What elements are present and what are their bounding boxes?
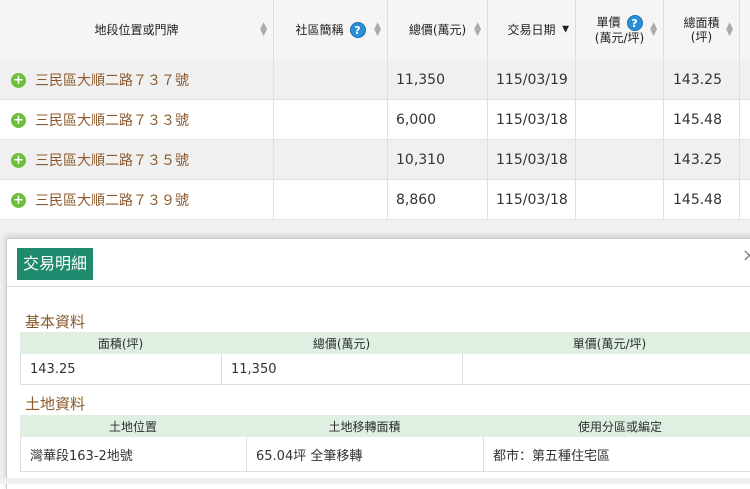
basic-area-header: 面積(坪)	[97, 336, 144, 351]
col-header-total-price-label: 總價(萬元)	[408, 23, 467, 37]
basic-area-value: 143.25	[21, 354, 222, 384]
community-cell	[274, 140, 388, 180]
total-price-cell: 11,350	[388, 60, 488, 100]
address-link[interactable]: 三民區大順二路７３９號	[35, 190, 189, 210]
sort-icon[interactable]: ▲ ▼	[650, 22, 657, 38]
trade-date-cell: 115/03/18	[488, 140, 576, 180]
help-icon[interactable]: ?	[626, 15, 643, 31]
basic-info-heading: 基本資料	[25, 313, 86, 331]
address-cell[interactable]: + 三民區大順二路７３７號	[0, 60, 274, 100]
area-line2: (坪)	[690, 30, 713, 44]
address-cell[interactable]: + 三民區大順二路７３３號	[0, 100, 274, 140]
basic-total-price-value: 11,350	[222, 354, 463, 384]
area-cell: 143.25	[664, 140, 740, 180]
expand-plus-icon[interactable]: +	[11, 112, 26, 128]
table-row[interactable]: + 三民區大順二路７３９號 8,860 115/03/18 145.48	[0, 180, 750, 220]
land-transfer-area-header: 土地移轉面積	[328, 419, 401, 434]
col-header-unit-price[interactable]: 單價? (萬元/坪) ▲ ▼	[576, 0, 664, 60]
community-cell	[274, 180, 388, 220]
sort-desc-icon[interactable]: ▼	[562, 25, 569, 34]
expand-plus-icon[interactable]: +	[11, 72, 26, 88]
community-cell	[274, 60, 388, 100]
divider	[7, 286, 750, 287]
address-link[interactable]: 三民區大順二路７３３號	[35, 110, 189, 130]
land-zoning-value: 都市：第五種住宅區	[484, 437, 750, 471]
trade-date-cell: 115/03/18	[488, 100, 576, 140]
area-line1: 總面積	[683, 16, 720, 30]
trade-date-cell: 115/03/18	[488, 180, 576, 220]
land-info-heading: 土地資料	[25, 395, 86, 413]
col-header-community[interactable]: 社區簡稱 ? ▲ ▼	[274, 0, 388, 60]
address-link[interactable]: 三民區大順二路７３７號	[35, 70, 189, 90]
total-price-cell: 10,310	[388, 140, 488, 180]
address-link[interactable]: 三民區大順二路７３５號	[35, 150, 189, 170]
bottom-edge	[0, 478, 750, 484]
land-info-table-header: 土地位置 土地移轉面積 使用分區或編定	[20, 415, 750, 437]
table-header: 地段位置或門牌 ▲ ▼ 社區簡稱 ? ▲ ▼ 總價(萬元) ▲ ▼ 交易日期 ▼ 單價…	[0, 0, 750, 61]
unit-price-line2: (萬元/坪)	[594, 31, 645, 45]
sort-icon[interactable]: ▲ ▼	[726, 22, 733, 38]
land-location-header: 土地位置	[108, 419, 157, 434]
table-row[interactable]: + 三民區大順二路７３７號 11,350 115/03/19 143.25	[0, 60, 750, 100]
address-cell[interactable]: + 三民區大順二路７３５號	[0, 140, 274, 180]
area-cell: 145.48	[664, 100, 740, 140]
col-header-more	[740, 0, 750, 60]
total-price-cell: 8,860	[388, 180, 488, 220]
unit-price-cell	[576, 100, 664, 140]
expand-plus-icon[interactable]: +	[11, 192, 26, 208]
col-header-unit-price-label: 單價? (萬元/坪)	[595, 15, 644, 45]
panel-title: 交易明細	[17, 248, 94, 280]
basic-info-table-header: 面積(坪) 總價(萬元) 單價(萬元/坪)	[20, 332, 750, 354]
transaction-detail-panel: 交易明細 × 基本資料 面積(坪) 總價(萬元) 單價(萬元/坪) 143.25…	[6, 238, 750, 489]
unit-price-cell	[576, 140, 664, 180]
col-header-area[interactable]: 總面積 (坪) ▲ ▼	[664, 0, 740, 60]
area-cell: 143.25	[664, 60, 740, 100]
table-row[interactable]: + 三民區大順二路７３３號 6,000 115/03/18 145.48	[0, 100, 750, 140]
basic-info-table-row: 143.25 11,350	[20, 354, 750, 385]
table-row[interactable]: + 三民區大順二路７３５號 10,310 115/03/18 143.25	[0, 140, 750, 180]
sort-icon[interactable]: ▲ ▼	[260, 22, 267, 38]
col-header-address-label: 地段位置或門牌	[94, 23, 179, 37]
land-transfer-area-value: 65.04坪 全筆移轉	[247, 437, 484, 471]
col-header-trade-date[interactable]: 交易日期 ▼	[488, 0, 576, 60]
land-zoning-header: 使用分區或編定	[577, 419, 662, 434]
land-location-value: 灣華段163-2地號	[21, 437, 247, 471]
land-info-table-row: 灣華段163-2地號 65.04坪 全筆移轉 都市：第五種住宅區	[20, 437, 750, 472]
unit-price-cell	[576, 180, 664, 220]
col-header-area-label: 總面積 (坪)	[683, 16, 719, 44]
total-price-cell: 6,000	[388, 100, 488, 140]
sort-icon[interactable]: ▲ ▼	[374, 22, 381, 38]
col-header-community-label: 社區簡稱	[295, 23, 344, 37]
close-icon[interactable]: ×	[742, 245, 750, 266]
sort-icon[interactable]: ▲ ▼	[474, 22, 481, 38]
col-header-address[interactable]: 地段位置或門牌 ▲ ▼	[0, 0, 274, 60]
trade-date-cell: 115/03/19	[488, 60, 576, 100]
basic-unit-price-value	[463, 354, 750, 384]
col-header-total-price[interactable]: 總價(萬元) ▲ ▼	[388, 0, 488, 60]
help-icon[interactable]: ?	[349, 22, 366, 38]
address-cell[interactable]: + 三民區大順二路７３９號	[0, 180, 274, 220]
basic-unit-price-header: 單價(萬元/坪)	[572, 336, 647, 351]
expand-plus-icon[interactable]: +	[11, 152, 26, 168]
community-cell	[274, 100, 388, 140]
basic-total-price-header: 總價(萬元)	[312, 336, 371, 351]
col-header-trade-date-label: 交易日期	[507, 23, 556, 37]
unit-price-cell	[576, 60, 664, 100]
unit-price-line1: 單價	[596, 15, 621, 30]
area-cell: 145.48	[664, 180, 740, 220]
